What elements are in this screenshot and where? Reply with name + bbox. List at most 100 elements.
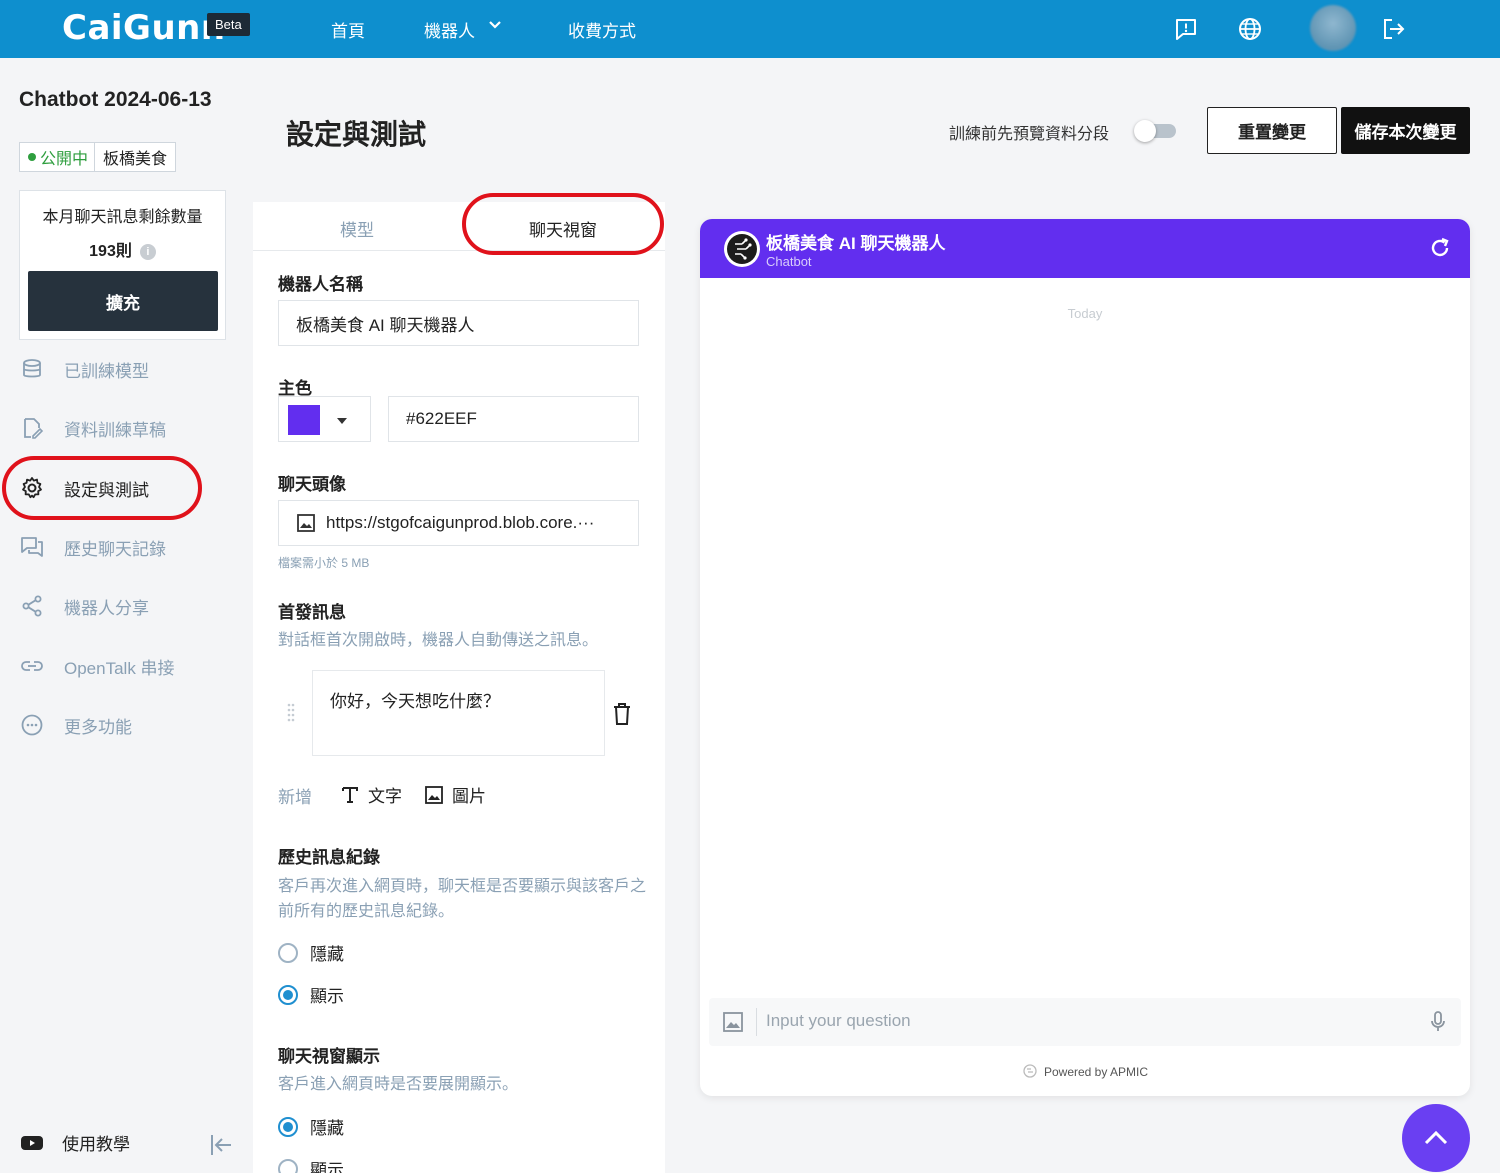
sidebar-item-chat-history[interactable]: 歷史聊天記錄 xyxy=(20,532,166,562)
quota-value: 193則 xyxy=(89,243,132,260)
image-upload-icon[interactable] xyxy=(722,1011,744,1033)
radio-label: 隱藏 xyxy=(310,945,344,964)
add-text-button[interactable]: 文字 xyxy=(340,782,402,807)
save-button[interactable]: 儲存本次變更 xyxy=(1341,107,1470,154)
highlight-circle xyxy=(2,456,202,520)
powered-by-text: Powered by APMIC xyxy=(1043,1065,1149,1079)
radio-label: 隱藏 xyxy=(310,1119,344,1138)
bot-name-input[interactable]: 板橋美食 AI 聊天機器人 xyxy=(278,300,639,346)
quota-card: 本月聊天訊息剩餘數量 193則 i 擴充 xyxy=(19,190,226,340)
globe-icon[interactable] xyxy=(1237,16,1263,42)
reset-button[interactable]: 重置變更 xyxy=(1207,107,1337,154)
chatbot-avatar xyxy=(724,231,760,267)
sidebar: Chatbot 2024-06-13 公開中 板橋美食 本月聊天訊息剩餘數量 1… xyxy=(0,58,252,1173)
radio-icon xyxy=(278,1158,298,1173)
top-navbar: CaiGunn Beta 首頁 機器人 收費方式 xyxy=(0,0,1500,58)
avatar-url-input[interactable]: https://stgofcaigunprod.blob.core.··· xyxy=(278,500,639,546)
apmic-logo-icon xyxy=(1023,1064,1037,1078)
tutorial-link[interactable]: 使用教學 xyxy=(20,1130,130,1155)
chevron-down-icon[interactable] xyxy=(488,18,502,32)
microphone-icon[interactable] xyxy=(1428,1010,1448,1034)
radio-icon xyxy=(278,942,298,963)
user-avatar[interactable] xyxy=(1310,5,1356,51)
status-label: 公開中 xyxy=(40,151,89,168)
color-hex-input[interactable]: #622EEF xyxy=(388,396,639,442)
bot-name-tag: 板橋美食 xyxy=(103,151,168,168)
sidebar-item-label: 已訓練模型 xyxy=(64,361,149,381)
display-radio-show[interactable]: 顯示 xyxy=(278,1156,344,1173)
display-radio-hide[interactable]: 隱藏 xyxy=(278,1114,344,1139)
radio-selected-icon xyxy=(278,984,298,1005)
page-title: 設定與測試 xyxy=(286,119,427,150)
radio-selected-icon xyxy=(278,1116,298,1137)
brand-logo[interactable]: CaiGunn xyxy=(62,8,226,48)
sidebar-item-label: 歷史聊天記錄 xyxy=(64,539,166,559)
history-desc: 客戶再次進入網頁時，聊天框是否要顯示與該客戶之前所有的歷史訊息紀錄。 xyxy=(278,878,647,920)
preview-toggle[interactable] xyxy=(1134,119,1176,142)
refresh-icon[interactable] xyxy=(1428,236,1452,260)
chat-title: 板橋美食 AI 聊天機器人 xyxy=(766,234,946,253)
radio-label: 顯示 xyxy=(310,1161,344,1173)
link-icon xyxy=(21,661,43,671)
scroll-top-button[interactable] xyxy=(1402,1104,1470,1172)
sidebar-item-trained-models[interactable]: 已訓練模型 xyxy=(20,354,149,384)
input-divider xyxy=(756,1008,757,1036)
nav-chatbot[interactable]: 機器人 xyxy=(424,17,475,42)
date-separator: Today xyxy=(1067,306,1103,321)
add-text-label: 文字 xyxy=(368,787,402,806)
image-icon xyxy=(297,514,315,532)
sidebar-item-training-drafts[interactable]: 資料訓練草稿 xyxy=(20,413,166,443)
sidebar-item-share[interactable]: 機器人分享 xyxy=(20,591,149,621)
color-swatch xyxy=(288,405,320,435)
avatar-label: 聊天頭像 xyxy=(278,475,346,494)
history-radio-hide[interactable]: 隱藏 xyxy=(278,940,344,965)
status-badge: 公開中 xyxy=(20,143,96,171)
logout-icon[interactable] xyxy=(1381,16,1407,42)
sidebar-item-opentalk[interactable]: OpenTalk 串接 xyxy=(20,651,175,681)
history-radio-show[interactable]: 顯示 xyxy=(278,982,344,1007)
sidebar-item-label: 機器人分享 xyxy=(64,598,149,618)
drag-handle-icon[interactable] xyxy=(286,702,296,724)
trash-icon[interactable] xyxy=(611,702,633,726)
sidebar-item-label: 資料訓練草稿 xyxy=(64,420,166,440)
add-image-button[interactable]: 圖片 xyxy=(424,782,486,807)
nav-home[interactable]: 首頁 xyxy=(331,17,365,42)
sidebar-item-more[interactable]: 更多功能 xyxy=(20,710,132,740)
quota-label: 本月聊天訊息剩餘數量 xyxy=(42,209,203,226)
chat-preview: 板橋美食 AI 聊天機器人 Chatbot Today Input your q… xyxy=(700,219,1470,1096)
chat-input-placeholder[interactable]: Input your question xyxy=(766,1011,911,1031)
first-message-input[interactable]: 你好，今天想吃什麼？ xyxy=(312,670,605,756)
more-icon xyxy=(21,714,43,736)
preview-toggle-label: 訓練前先預覽資料分段 xyxy=(949,126,1110,143)
nav-pricing[interactable]: 收費方式 xyxy=(568,17,636,42)
database-icon xyxy=(23,359,41,378)
status-dot-icon xyxy=(28,153,36,161)
first-message-label: 首發訊息 xyxy=(278,603,346,622)
collapse-sidebar-icon[interactable] xyxy=(208,1132,234,1158)
chat-subtitle: Chatbot xyxy=(766,254,812,269)
chat-input-bar[interactable]: Input your question xyxy=(709,998,1461,1046)
quota-value-row: 193則 i xyxy=(20,237,225,261)
sidebar-item-label: 更多功能 xyxy=(64,717,132,737)
chat-header: 板橋美食 AI 聊天機器人 Chatbot xyxy=(700,219,1470,278)
highlight-circle xyxy=(462,193,664,255)
chat-history-icon xyxy=(21,537,43,557)
expand-button[interactable]: 擴充 xyxy=(28,271,218,331)
info-icon[interactable]: i xyxy=(139,244,156,260)
radio-label: 顯示 xyxy=(310,987,344,1006)
display-desc: 客戶進入網頁時是否要展開顯示。 xyxy=(278,1076,519,1093)
robot-head-icon xyxy=(727,234,757,264)
tutorial-label: 使用教學 xyxy=(62,1135,130,1154)
bot-title: Chatbot 2024-06-13 xyxy=(19,88,212,111)
feedback-icon[interactable] xyxy=(1173,16,1199,42)
toggle-knob xyxy=(1134,120,1156,142)
image-icon xyxy=(425,785,443,804)
bot-status: 公開中 板橋美食 xyxy=(19,142,177,172)
avatar-size-hint: 檔案需小於 5 MB xyxy=(278,556,370,570)
tab-model[interactable]: 模型 xyxy=(340,216,374,241)
add-image-label: 圖片 xyxy=(452,787,486,806)
display-label: 聊天視窗顯示 xyxy=(278,1047,380,1066)
color-picker[interactable] xyxy=(278,396,371,442)
youtube-icon xyxy=(21,1135,43,1150)
caret-down-icon xyxy=(337,418,347,424)
